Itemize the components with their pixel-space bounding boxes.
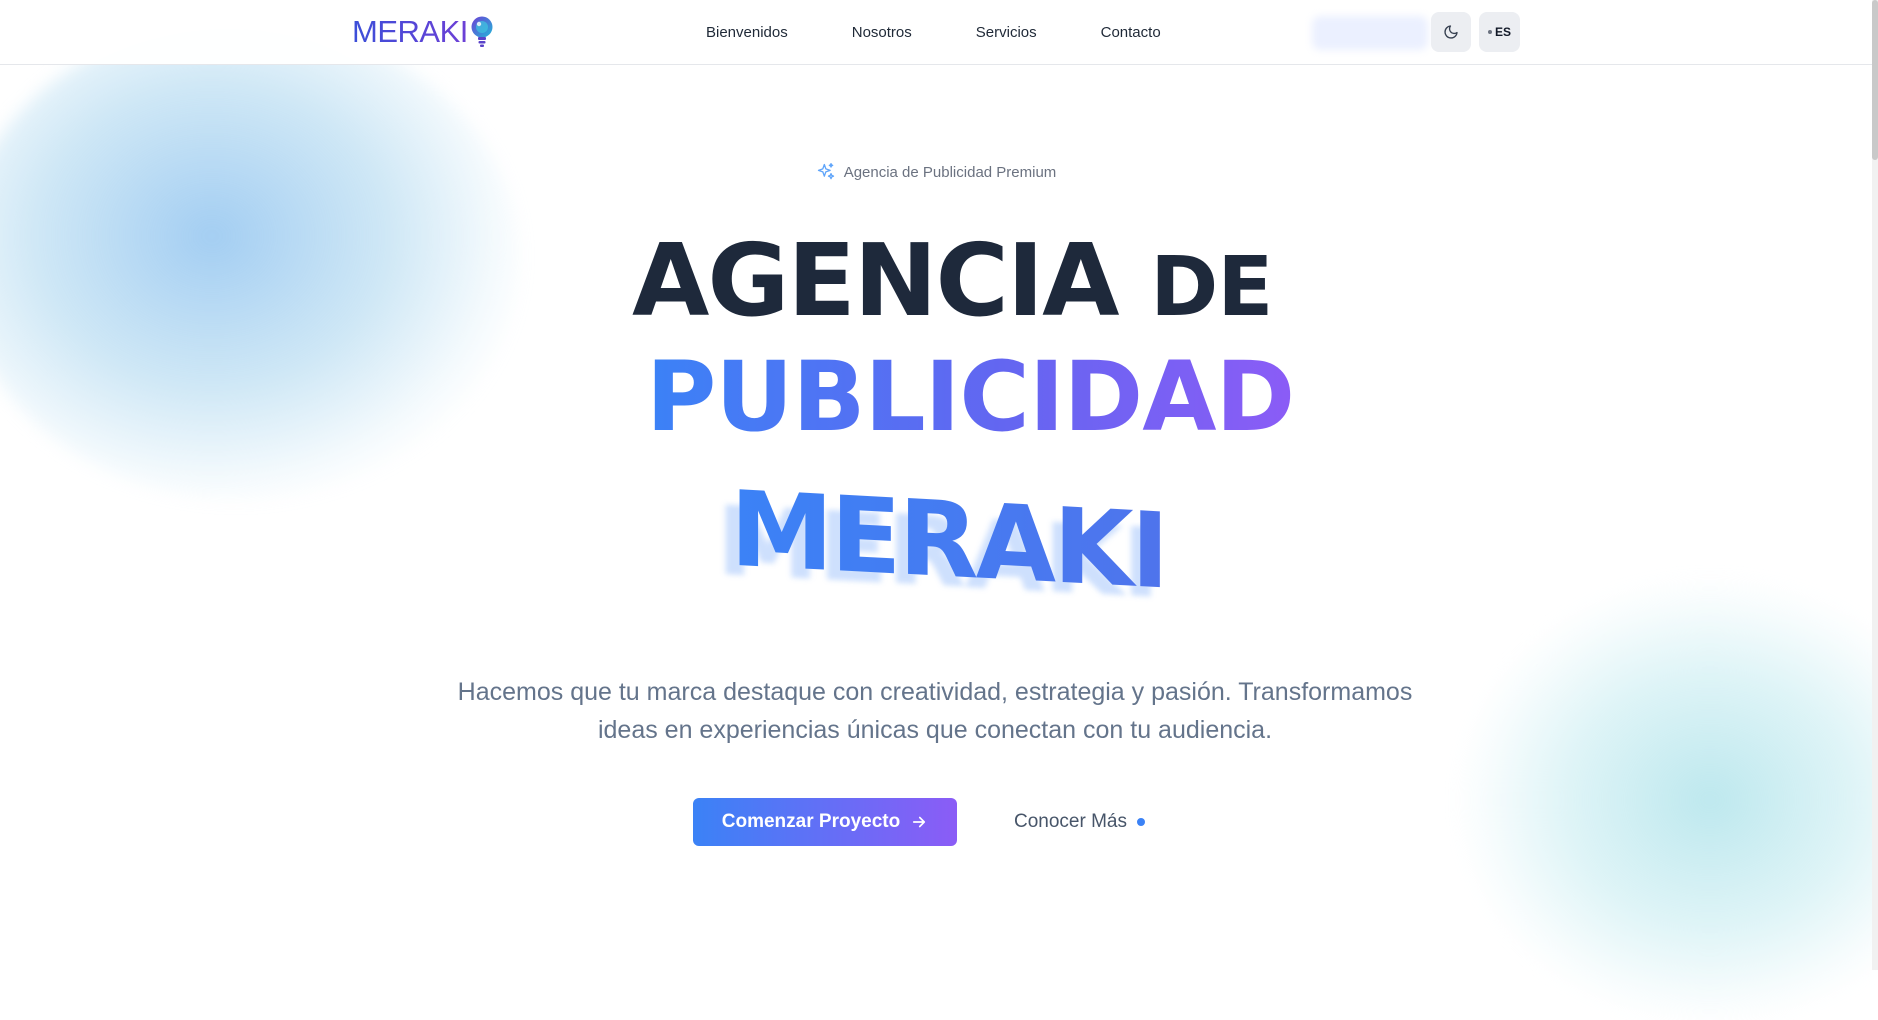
language-label: ES [1494,25,1511,39]
learn-more-label: Conocer Más [1014,811,1127,832]
moon-icon [1444,25,1458,39]
pulse-dot-icon [1137,818,1145,826]
start-project-button[interactable]: Comenzar Proyecto [693,798,957,846]
hero-title-de: DE [1150,240,1273,335]
nav-item-bienvenidos[interactable]: Bienvenidos [706,24,788,41]
header-cta-button[interactable] [1312,16,1428,50]
hero-title-line1: AGENCIA DE [632,226,1273,343]
learn-more-button[interactable]: Conocer Más [1014,798,1145,846]
nav-item-nosotros[interactable]: Nosotros [852,24,912,41]
site-logo[interactable]: MERAKI [352,14,495,50]
background-blob-left [0,20,520,500]
theme-toggle-button[interactable] [1431,12,1471,52]
start-project-label: Comenzar Proyecto [721,811,901,832]
hero-brand-wordmark: MERAKI MERAKI [712,468,1166,620]
language-switcher-button[interactable]: ES [1479,12,1520,52]
arrow-right-icon [913,816,926,828]
site-header: MERAKI Bienvenidos Nosotros Servicios Co… [0,0,1872,65]
language-dot-icon [1487,30,1492,34]
nav-item-contacto[interactable]: Contacto [1101,24,1161,41]
background-blob-right [1460,580,1878,1020]
hero-subtitle: Hacemos que tu marca destaque con creati… [457,678,1413,744]
hero-title-agencia: AGENCIA [632,222,1119,339]
hero-badge: Agencia de Publicidad Premium [0,162,1872,182]
scrollbar-thumb[interactable] [1872,0,1878,160]
sparkles-icon [817,163,834,180]
nav-item-servicios[interactable]: Servicios [976,24,1037,41]
hero-title-line2: PUBLICIDAD [646,341,1295,453]
page-scrollbar[interactable] [1872,0,1878,970]
main-nav: Bienvenidos Nosotros Servicios Contacto [706,0,1225,64]
hero-badge-text: Agencia de Publicidad Premium [843,163,1057,181]
lightbulb-icon [471,16,493,47]
hero-brand-text: MERAKI [730,467,1167,613]
logo-text: MERAKI [352,14,468,49]
